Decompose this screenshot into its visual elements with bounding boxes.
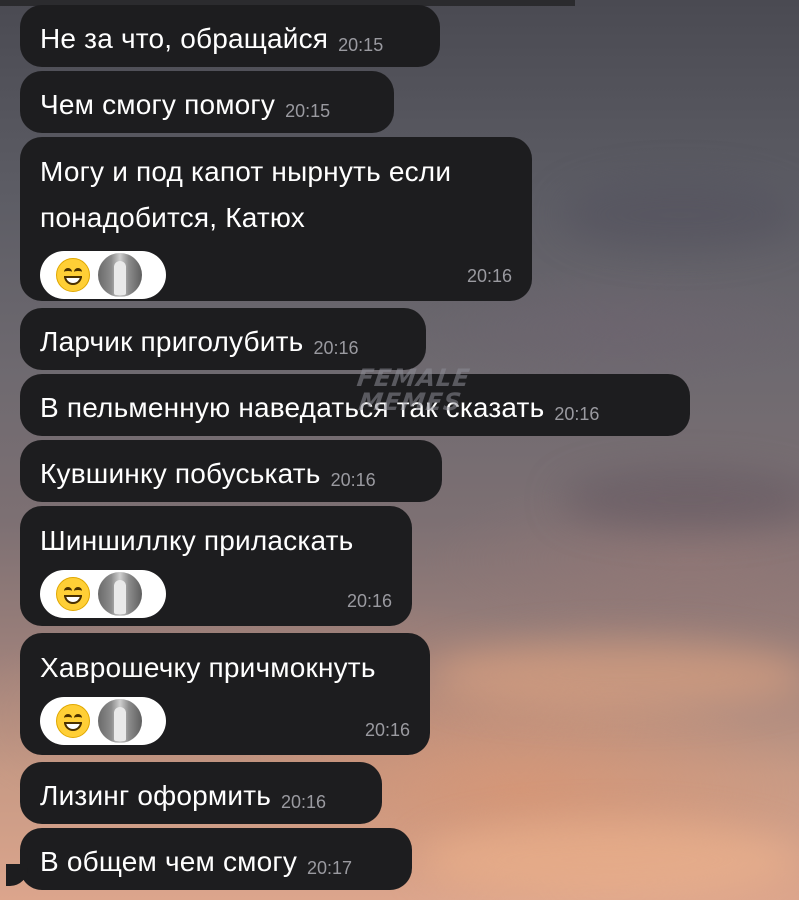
user-avatar (98, 699, 142, 743)
message-text: Ларчик приголубить (40, 326, 304, 357)
reactions-pill[interactable] (40, 570, 166, 618)
message-bubble[interactable]: Ларчик приголубить 20:16 (20, 308, 426, 370)
background-cloud (560, 180, 799, 250)
message-time: 20:16 (346, 591, 392, 611)
watermark-line: MEMES (356, 388, 464, 416)
message-time: 20:16 (330, 470, 376, 490)
message-time: 20:16 (466, 266, 512, 286)
message-bubble[interactable]: Хаврошечку причмокнуть 20:16 (20, 633, 430, 755)
message-bubble[interactable]: Лизинг оформить 20:16 (20, 762, 382, 824)
message-time: 20:16 (281, 792, 327, 812)
grinning-face-emoji-icon (56, 704, 90, 738)
reactions-pill[interactable] (40, 251, 166, 299)
user-avatar (98, 253, 142, 297)
watermark-logo: FEMALE MEMES (349, 364, 476, 416)
message-bubble[interactable]: Шиншиллку приласкать 20:16 (20, 506, 412, 626)
message-text: В общем чем смогу (40, 846, 298, 877)
message-time: 20:17 (307, 858, 353, 878)
reactions-pill[interactable] (40, 697, 166, 745)
message-text-line: Могу и под капот нырнуть если (40, 156, 452, 187)
message-time: 20:15 (338, 35, 384, 55)
watermark-line: FEMALE (355, 364, 473, 392)
message-bubble[interactable]: Могу и под капот нырнуть если понадобитс… (20, 137, 532, 301)
grinning-face-emoji-icon (56, 577, 90, 611)
grinning-face-emoji-icon (56, 258, 90, 292)
message-text-line: Хаврошечку причмокнуть (40, 652, 376, 683)
user-avatar (98, 572, 142, 616)
message-time: 20:16 (313, 338, 359, 358)
background-cloud (560, 470, 799, 530)
message-text-line: Шиншиллку приласкать (40, 525, 354, 556)
message-text: Не за что, обращайся (40, 23, 329, 54)
message-bubble[interactable]: В общем чем смогу 20:17 (20, 828, 412, 890)
message-text: Лизинг оформить (40, 780, 272, 811)
message-time: 20:16 (554, 404, 600, 424)
message-text: Чем смогу помогу (40, 89, 276, 120)
message-time: 20:16 (364, 720, 410, 740)
background-cloud (430, 640, 799, 710)
message-bubble[interactable]: Чем смогу помогу 20:15 (20, 71, 394, 133)
message-text-line: понадобится, Катюх (40, 202, 305, 233)
message-bubble[interactable]: Не за что, обращайся 20:15 (20, 5, 440, 67)
message-bubble[interactable]: Кувшинку побуськать 20:16 (20, 440, 442, 502)
background-cloud (420, 820, 799, 900)
message-text: Кувшинку побуськать (40, 458, 321, 489)
message-time: 20:15 (285, 101, 331, 121)
